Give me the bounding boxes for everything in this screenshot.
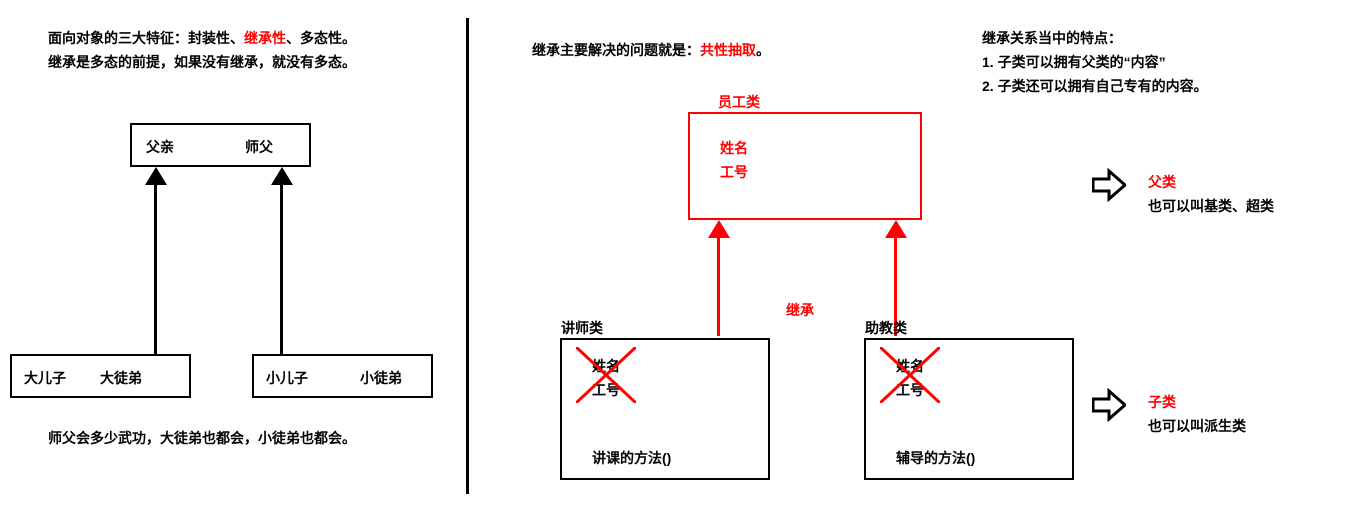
label-younger-apprentice: 小徒弟 bbox=[360, 368, 402, 388]
box-parent: 父亲 师父 bbox=[130, 123, 311, 167]
text-inherit-features-title: 继承关系当中的特点： bbox=[982, 28, 1122, 48]
cross-assistant-icon bbox=[880, 347, 940, 403]
label-teacher-class: 讲师类 bbox=[561, 318, 603, 338]
divider-line bbox=[466, 18, 469, 494]
box-employee: 姓名 工号 bbox=[688, 112, 922, 220]
arrow-shaft-right bbox=[280, 182, 283, 354]
label-parent-class: 父类 bbox=[1148, 172, 1176, 192]
label-emp-id: 工号 bbox=[720, 162, 748, 182]
label-child-aka: 也可以叫派生类 bbox=[1148, 416, 1246, 436]
label-younger-son: 小儿子 bbox=[266, 368, 308, 388]
text-inherit-problem: 继承主要解决的问题就是：共性抽取。 bbox=[532, 40, 770, 60]
arrow-shaft-left bbox=[154, 182, 157, 354]
text-oop-features: 面向对象的三大特征：封装性、继承性、多态性。 bbox=[48, 28, 356, 48]
label-employee-class: 员工类 bbox=[718, 92, 760, 112]
arrow-head-teacher bbox=[708, 220, 730, 238]
text-master-skills: 师父会多少武功，大徒弟也都会，小徒弟也都会。 bbox=[48, 428, 356, 448]
label-emp-name: 姓名 bbox=[720, 138, 748, 158]
box-younger-son: 小儿子 小徒弟 bbox=[252, 354, 433, 398]
label-inherit: 继承 bbox=[786, 300, 814, 320]
text-inherit-premise: 继承是多态的前提，如果没有继承，就没有多态。 bbox=[48, 52, 356, 72]
label-master: 师父 bbox=[245, 137, 273, 157]
arrow-right-parent-icon bbox=[1092, 168, 1126, 202]
box-elder-son: 大儿子 大徒弟 bbox=[10, 354, 191, 398]
label-teacher-method: 讲课的方法() bbox=[592, 448, 671, 468]
label-parent-aka: 也可以叫基类、超类 bbox=[1148, 196, 1274, 216]
cross-teacher-icon bbox=[576, 347, 636, 403]
arrow-shaft-teacher bbox=[717, 236, 720, 336]
box-teacher: 姓名 工号 讲课的方法() bbox=[560, 338, 770, 480]
label-assistant-method: 辅导的方法() bbox=[896, 448, 975, 468]
arrow-head-left bbox=[145, 167, 167, 185]
label-child-class: 子类 bbox=[1148, 392, 1176, 412]
label-elder-son: 大儿子 bbox=[24, 368, 66, 388]
arrow-head-right bbox=[271, 167, 293, 185]
text-inherit-feature-1: 1. 子类可以拥有父类的“内容” bbox=[982, 52, 1166, 72]
arrow-head-assistant bbox=[885, 220, 907, 238]
label-father: 父亲 bbox=[146, 137, 174, 157]
arrow-right-child-icon bbox=[1092, 388, 1126, 422]
box-assistant: 姓名 工号 辅导的方法() bbox=[864, 338, 1074, 480]
label-assistant-class: 助教类 bbox=[865, 318, 907, 338]
text-inherit-feature-2: 2. 子类还可以拥有自己专有的内容。 bbox=[982, 76, 1208, 96]
label-elder-apprentice: 大徒弟 bbox=[100, 368, 142, 388]
